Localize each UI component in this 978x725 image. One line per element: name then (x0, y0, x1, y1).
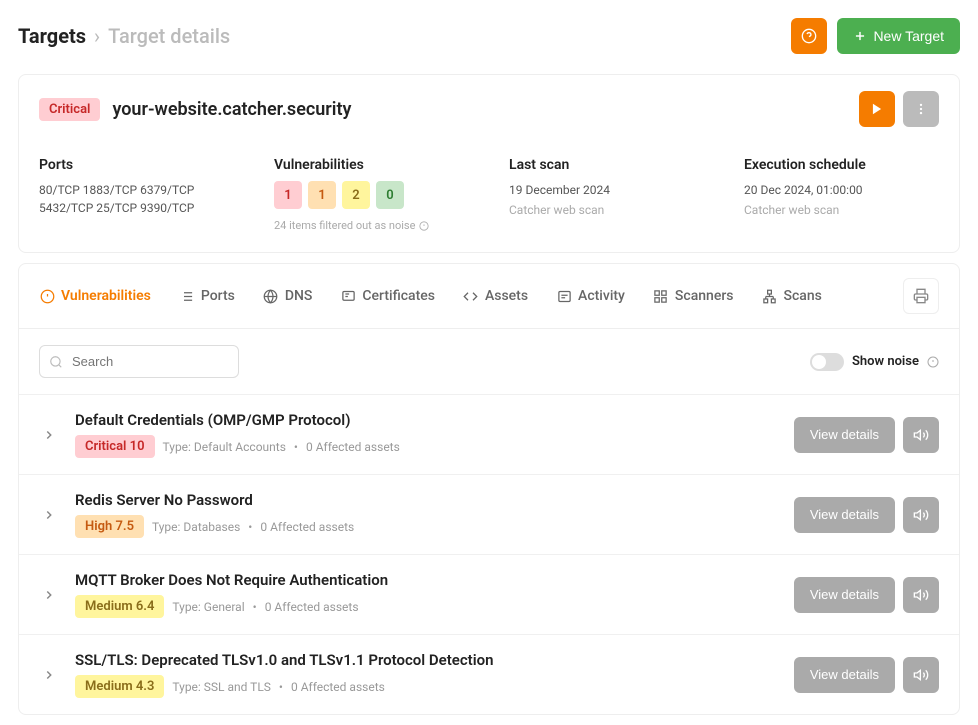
view-details-button[interactable]: View details (794, 417, 895, 453)
vuln-affected: 0 Affected assets (265, 600, 359, 614)
speaker-icon (913, 667, 929, 683)
speaker-icon (913, 587, 929, 603)
speaker-icon (913, 507, 929, 523)
chevron-right-icon (42, 668, 56, 682)
tab-vulnerabilities[interactable]: Vulnerabilities (39, 288, 151, 304)
target-name: your-website.catcher.security (112, 99, 351, 120)
tab-certificates[interactable]: Certificates (340, 288, 435, 304)
severity-badge: Critical (39, 98, 100, 121)
dots-vertical-icon (914, 102, 928, 116)
count-critical[interactable]: 1 (274, 181, 302, 209)
last-scan-type: Catcher web scan (509, 203, 704, 217)
vuln-type: Type: General (172, 600, 244, 614)
code-icon (463, 288, 479, 304)
breadcrumb: Targets › Target details (18, 24, 230, 48)
sitemap-icon (761, 288, 777, 304)
tab-dns[interactable]: DNS (263, 288, 313, 304)
certificate-icon (340, 288, 356, 304)
tab-assets[interactable]: Assets (463, 288, 528, 304)
count-medium[interactable]: 2 (342, 181, 370, 209)
severity-badge: Medium 4.3 (75, 675, 164, 698)
vuln-item: MQTT Broker Does Not Require Authenticat… (19, 554, 959, 634)
chevron-right-icon: › (94, 24, 100, 48)
chevron-right-icon (42, 508, 56, 522)
more-options-button[interactable] (903, 91, 939, 127)
expand-button[interactable] (39, 588, 59, 602)
expand-button[interactable] (39, 668, 59, 682)
grid-icon (653, 288, 669, 304)
vuln-item: Default Credentials (OMP/GMP Protocol) C… (19, 394, 959, 474)
breadcrumb-root[interactable]: Targets (18, 24, 86, 48)
vuln-item: SSL/TLS: Deprecated TLSv1.0 and TLSv1.1 … (19, 634, 959, 714)
view-details-button[interactable]: View details (794, 497, 895, 533)
tab-activity[interactable]: Activity (556, 288, 625, 304)
tab-scanners[interactable]: Scanners (653, 288, 734, 304)
mute-button[interactable] (903, 657, 939, 693)
expand-button[interactable] (39, 428, 59, 442)
print-button[interactable] (903, 278, 939, 314)
tab-scans[interactable]: Scans (761, 288, 821, 304)
tab-ports[interactable]: Ports (179, 288, 235, 304)
mute-button[interactable] (903, 417, 939, 453)
vuln-type: Type: SSL and TLS (172, 680, 271, 694)
vuln-title: MQTT Broker Does Not Require Authenticat… (75, 571, 778, 589)
mute-button[interactable] (903, 577, 939, 613)
info-icon (419, 221, 429, 231)
vuln-title: Redis Server No Password (75, 491, 778, 509)
severity-badge: High 7.5 (75, 515, 144, 538)
vuln-affected: 0 Affected assets (306, 440, 400, 454)
schedule-type: Catcher web scan (744, 203, 939, 217)
chevron-right-icon (42, 588, 56, 602)
schedule-date: 20 Dec 2024, 01:00:00 (744, 181, 939, 199)
view-details-button[interactable]: View details (794, 657, 895, 693)
view-details-button[interactable]: View details (794, 577, 895, 613)
last-scan-label: Last scan (509, 157, 704, 173)
vuln-item: Redis Server No Password High 7.5 Type: … (19, 474, 959, 554)
play-icon (870, 102, 884, 116)
show-noise-label: Show noise (852, 354, 919, 369)
show-noise-toggle[interactable] (810, 353, 844, 371)
severity-badge: Medium 6.4 (75, 595, 164, 618)
mute-button[interactable] (903, 497, 939, 533)
last-scan-date: 19 December 2024 (509, 181, 704, 199)
search-icon (49, 355, 63, 369)
ports-list: 80/TCP 1883/TCP 6379/TCP 5432/TCP 25/TCP… (39, 181, 234, 217)
vuln-affected: 0 Affected assets (260, 520, 354, 534)
count-high[interactable]: 1 (308, 181, 336, 209)
filtered-note: 24 items filtered out as noise (274, 219, 415, 232)
severity-badge: Critical 10 (75, 435, 155, 458)
globe-icon (263, 288, 279, 304)
chevron-right-icon (42, 428, 56, 442)
new-target-label: New Target (873, 28, 944, 44)
help-button[interactable] (791, 18, 827, 54)
vuln-affected: 0 Affected assets (291, 680, 385, 694)
vulns-label: Vulnerabilities (274, 157, 469, 173)
count-info[interactable]: 0 (376, 181, 404, 209)
question-icon (801, 28, 817, 44)
expand-button[interactable] (39, 508, 59, 522)
vuln-title: Default Credentials (OMP/GMP Protocol) (75, 411, 778, 429)
plus-icon (853, 29, 867, 43)
search-input[interactable] (39, 345, 239, 378)
speaker-icon (913, 427, 929, 443)
vuln-type: Type: Default Accounts (163, 440, 286, 454)
printer-icon (913, 288, 929, 304)
breadcrumb-current: Target details (108, 24, 230, 48)
ports-label: Ports (39, 157, 234, 173)
new-target-button[interactable]: New Target (837, 18, 960, 54)
list-icon (179, 288, 195, 304)
info-icon (927, 356, 939, 368)
alert-icon (39, 288, 55, 304)
vuln-type: Type: Databases (152, 520, 240, 534)
schedule-label: Execution schedule (744, 157, 939, 173)
run-scan-button[interactable] (859, 91, 895, 127)
activity-icon (556, 288, 572, 304)
